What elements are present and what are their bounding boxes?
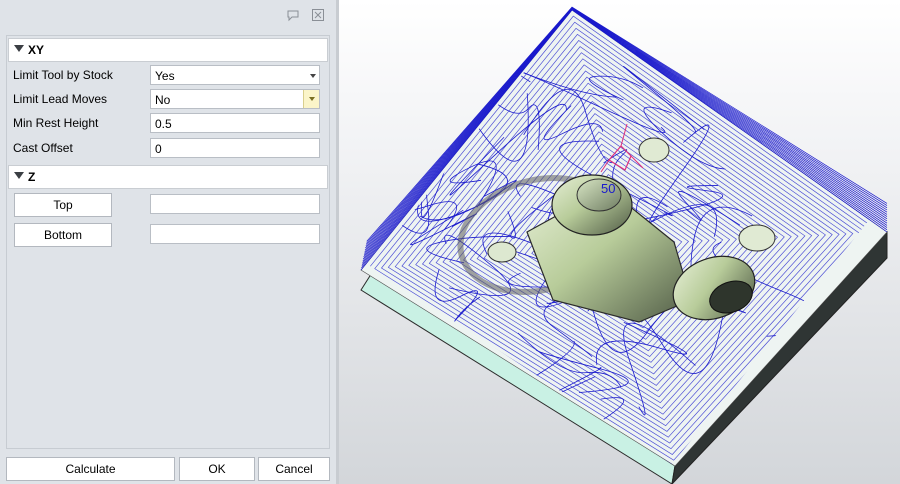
comment-icon[interactable] [286, 8, 300, 22]
3d-viewport[interactable]: 50 [339, 0, 900, 484]
operation-panel: XY Limit Tool by Stock Yes Limit Lead Mo… [0, 0, 336, 484]
top-button[interactable]: Top [14, 193, 112, 217]
ok-button[interactable]: OK [179, 457, 255, 481]
section-z-title: Z [28, 170, 36, 184]
limit-lead-moves-select[interactable]: No [150, 89, 320, 109]
dropdown-arrow-icon [309, 97, 315, 101]
parameters-area: XY Limit Tool by Stock Yes Limit Lead Mo… [6, 35, 330, 449]
min-rest-height-input[interactable]: 0.5 [150, 113, 320, 133]
toolpath-pass [432, 385, 485, 415]
limit-lead-moves-label: Limit Lead Moves [13, 92, 108, 106]
top-input[interactable] [150, 194, 320, 214]
toolpath-pass [370, 99, 436, 128]
close-icon[interactable] [311, 8, 325, 22]
min-rest-height-value: 0.5 [155, 117, 172, 131]
panel-titlebar [0, 0, 336, 30]
limit-lead-moves-value: No [155, 93, 171, 107]
toolpath-pass [414, 12, 484, 94]
cast-offset-input[interactable]: 0 [150, 138, 320, 158]
collapse-triangle-icon[interactable] [14, 45, 24, 52]
dropdown-button[interactable] [303, 90, 319, 108]
tool-label-text: 50 [601, 181, 615, 196]
bottom-button[interactable]: Bottom [14, 223, 112, 247]
dropdown-arrow-icon[interactable] [310, 74, 316, 78]
cancel-button[interactable]: Cancel [258, 457, 330, 481]
calculate-button[interactable]: Calculate [6, 457, 175, 481]
toolpath-scene: 50 [360, 6, 888, 484]
section-xy-header[interactable]: XY [8, 38, 328, 62]
section-z-header[interactable]: Z [8, 165, 328, 189]
collapse-triangle-icon[interactable] [14, 172, 24, 179]
bottom-input[interactable] [150, 224, 320, 244]
min-rest-height-label: Min Rest Height [13, 116, 99, 130]
cast-offset-label: Cast Offset [13, 141, 73, 155]
limit-tool-by-stock-label: Limit Tool by Stock [13, 68, 113, 82]
cast-offset-value: 0 [155, 142, 162, 156]
limit-tool-by-stock-select[interactable]: Yes [150, 65, 320, 85]
section-xy-title: XY [28, 43, 45, 57]
limit-tool-by-stock-value: Yes [155, 69, 175, 83]
toolpath-pass [730, 40, 795, 126]
